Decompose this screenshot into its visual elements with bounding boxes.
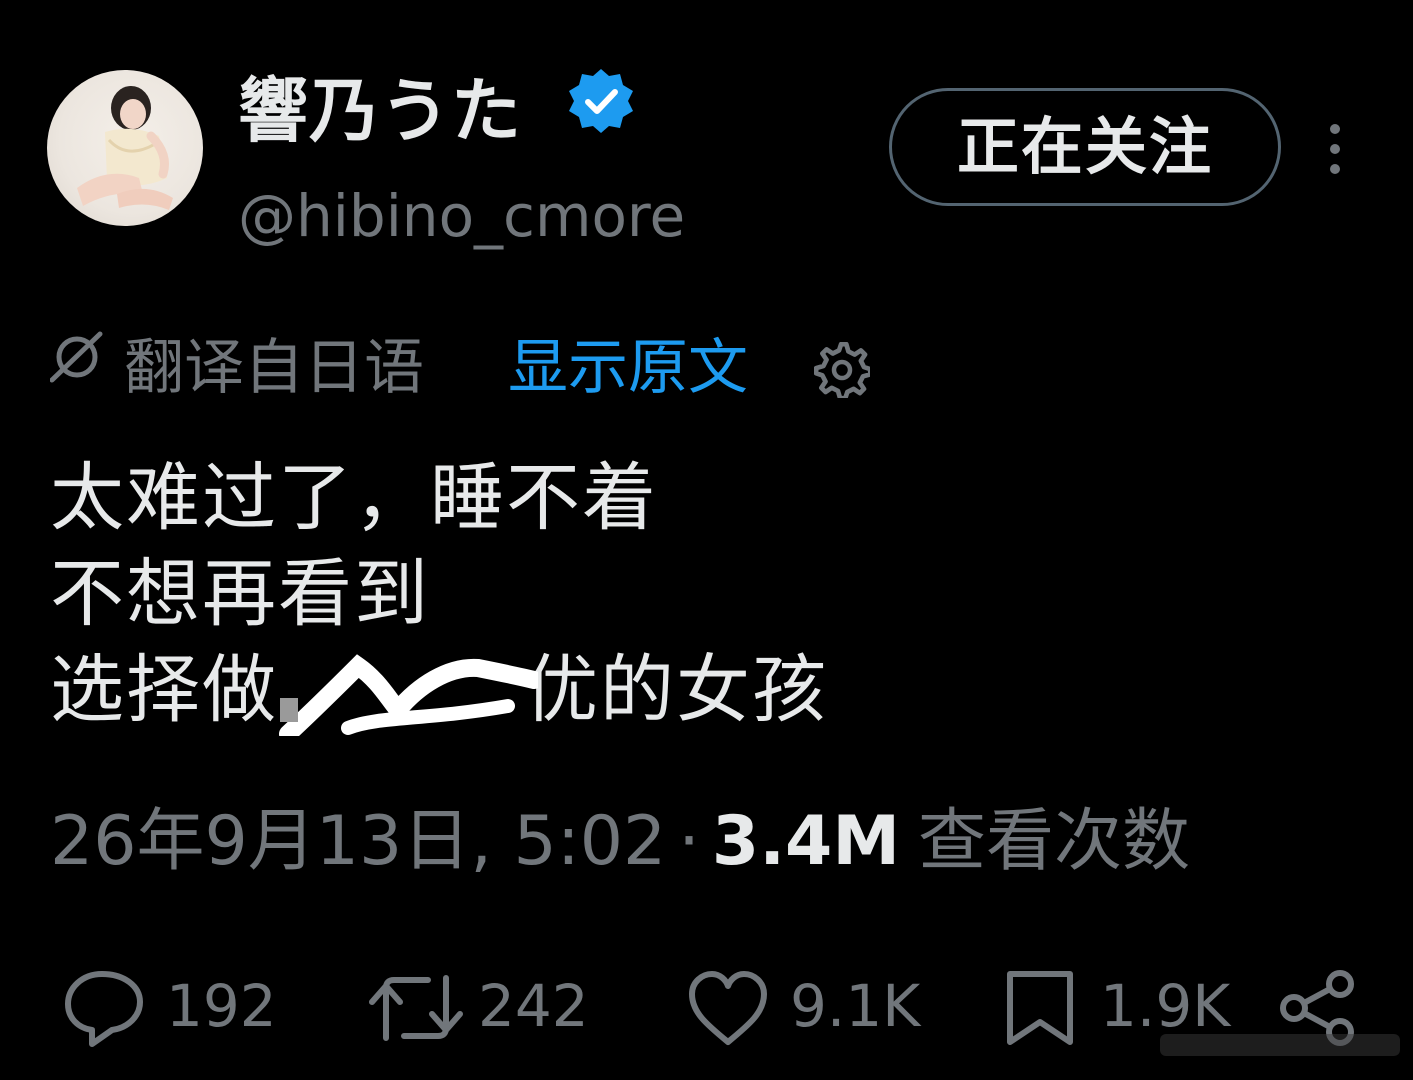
repost-count: 242 <box>478 972 589 1040</box>
view-count: 3.4M <box>711 802 901 881</box>
reply-icon <box>65 971 143 1047</box>
verified-badge-icon[interactable] <box>566 66 636 136</box>
repost-icon <box>369 975 463 1041</box>
display-name[interactable]: 響乃うた <box>238 66 522 156</box>
gear-icon[interactable] <box>814 342 870 398</box>
bookmark-icon <box>1007 971 1073 1045</box>
meta-separator: · <box>678 802 700 881</box>
tweet-line: 不想再看到 <box>50 551 430 637</box>
tweet-meta: 26年9月13日, 5:02 · 3.4M 查看次数 <box>50 800 1190 884</box>
avatar[interactable] <box>47 70 203 226</box>
translate-icon <box>50 331 103 383</box>
avatar-photo <box>77 86 173 210</box>
following-button[interactable]: 正在关注 <box>889 88 1281 206</box>
user-handle[interactable]: @hibino_cmore <box>238 180 685 252</box>
reply-count: 192 <box>166 972 277 1040</box>
like-button[interactable]: 9.1K <box>686 966 926 1046</box>
show-original-link[interactable]: 显示原文 <box>508 330 748 406</box>
repost-button[interactable]: 242 <box>368 966 608 1046</box>
more-vertical-icon[interactable] <box>1318 122 1352 176</box>
censor-scribble <box>279 654 538 736</box>
like-count: 9.1K <box>790 972 921 1040</box>
tweet-line-end: 优的女孩 <box>524 647 828 733</box>
heart-icon <box>689 971 767 1045</box>
tweet-text: 太难过了，睡不着 不想再看到 选择做 优的女孩 <box>50 450 828 738</box>
view-count-label: 查看次数 <box>918 802 1191 881</box>
timestamp[interactable]: 26年9月13日, 5:02 <box>50 802 666 881</box>
tweet-line: 选择做 优的女孩 <box>50 642 828 738</box>
tweet-detail: 響乃うた @hibino_cmore 正在关注 翻译自日语 显示原文 太难过了，… <box>0 0 1413 1080</box>
translated-from-label: 翻译自日语 <box>124 333 424 403</box>
watermark-overlay <box>1160 1034 1400 1056</box>
tweet-line: 太难过了，睡不着 <box>50 455 658 541</box>
reply-button[interactable]: 192 <box>62 966 282 1047</box>
tweet-line-start: 选择做 <box>50 647 278 733</box>
